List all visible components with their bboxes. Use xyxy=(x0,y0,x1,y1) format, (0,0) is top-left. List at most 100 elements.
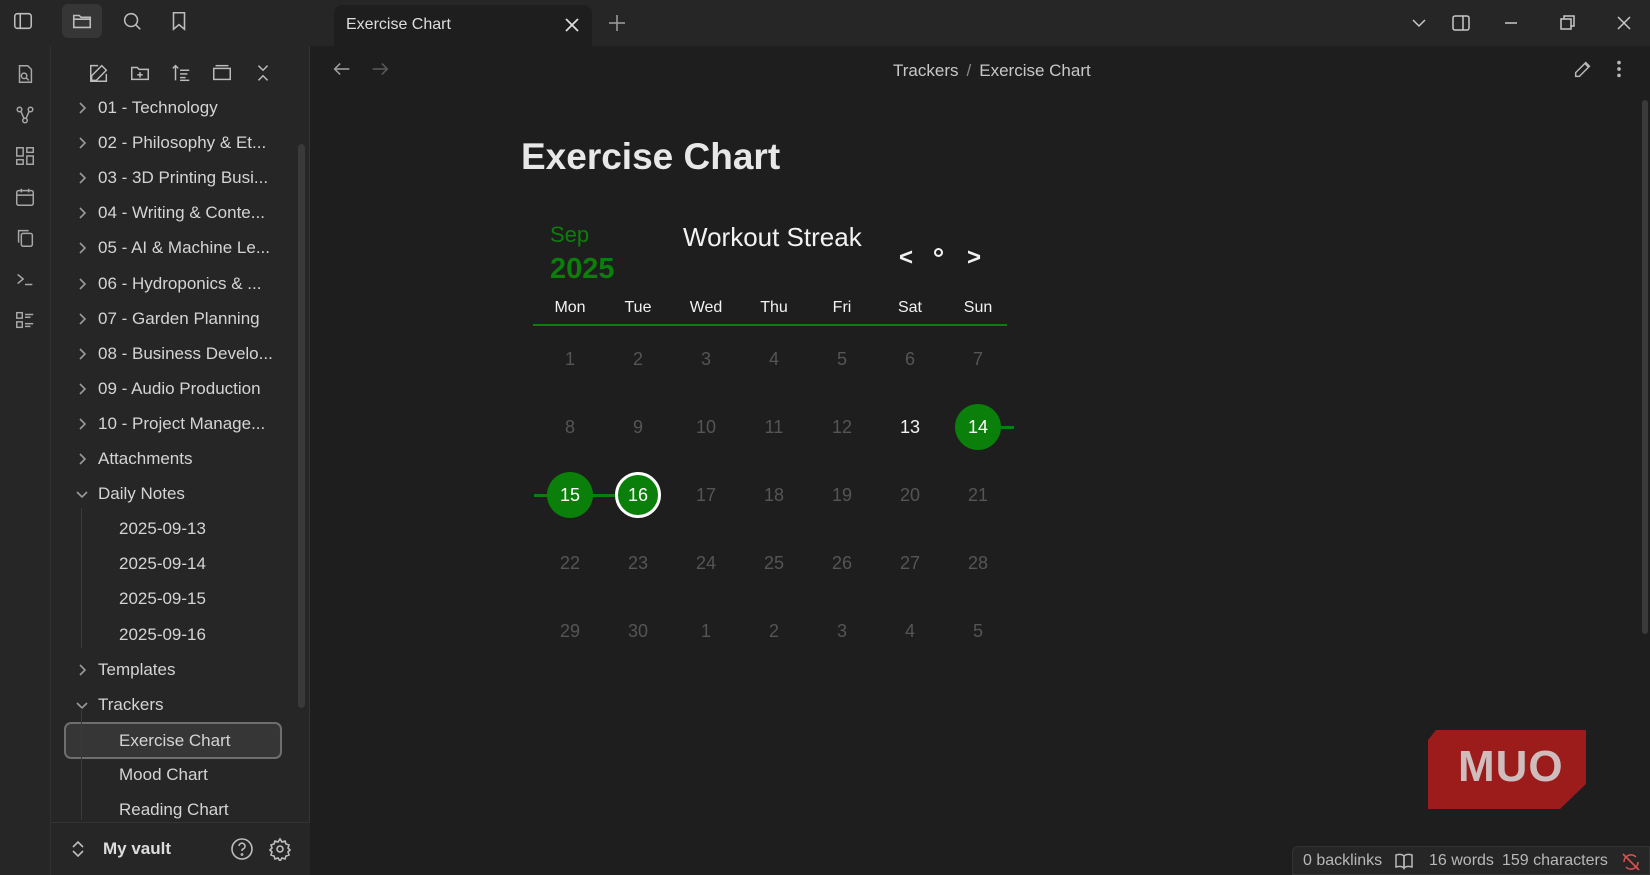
calendar-day[interactable]: 28 xyxy=(955,540,1001,586)
calendar-day[interactable]: 5 xyxy=(819,336,865,382)
calendar-day[interactable]: 20 xyxy=(887,472,933,518)
folder-item[interactable]: 02 - Philosophy & Et... xyxy=(74,127,266,159)
folder-item[interactable]: 10 - Project Manage... xyxy=(74,408,265,440)
forward-arrow-icon[interactable] xyxy=(369,58,395,84)
chevron-down-icon[interactable] xyxy=(1404,8,1434,38)
calendar-day[interactable]: 12 xyxy=(819,404,865,450)
help-icon[interactable] xyxy=(230,837,254,861)
minimize-icon[interactable] xyxy=(1496,8,1526,38)
calendar-day[interactable]: 6 xyxy=(887,336,933,382)
canvas-icon[interactable] xyxy=(9,140,41,172)
file-item[interactable]: 2025-09-15 xyxy=(119,583,206,615)
window-close-icon[interactable] xyxy=(1609,8,1639,38)
calendar-day[interactable]: 2 xyxy=(615,336,661,382)
sidebar-scrollbar[interactable] xyxy=(298,144,305,708)
vault-name[interactable]: My vault xyxy=(103,839,171,859)
folder-item[interactable]: 03 - 3D Printing Busi... xyxy=(74,162,268,194)
file-label: 2025-09-15 xyxy=(119,589,206,608)
tab-exercise-chart[interactable]: Exercise Chart xyxy=(334,5,592,46)
calendar-day[interactable]: 11 xyxy=(751,404,797,450)
file-item[interactable]: Exercise Chart xyxy=(64,722,282,759)
backlinks-count[interactable]: 0 backlinks xyxy=(1303,852,1382,870)
more-options-icon[interactable] xyxy=(1608,58,1634,84)
calendar-day[interactable]: 2 xyxy=(751,608,797,654)
calendar-prev-button[interactable]: < xyxy=(894,244,918,272)
calendar-day[interactable]: 26 xyxy=(819,540,865,586)
calendar-next-button[interactable]: > xyxy=(962,244,986,272)
search-icon[interactable] xyxy=(112,4,152,38)
sync-error-icon[interactable] xyxy=(1620,851,1642,875)
graph-view-icon[interactable] xyxy=(9,99,41,131)
calendar-today-button[interactable] xyxy=(934,248,943,257)
calendar-day[interactable]: 4 xyxy=(887,608,933,654)
auto-reveal-icon[interactable] xyxy=(207,58,237,88)
calendar-day[interactable]: 15 xyxy=(547,472,593,518)
folder-item[interactable]: Attachments xyxy=(74,443,193,475)
new-folder-icon[interactable] xyxy=(125,58,155,88)
file-open-icon[interactable] xyxy=(9,58,41,90)
calendar-day[interactable]: 18 xyxy=(751,472,797,518)
reading-view-icon[interactable] xyxy=(1394,852,1414,875)
collapse-all-icon[interactable] xyxy=(248,58,278,88)
copy-icon[interactable] xyxy=(9,222,41,254)
calendar-day[interactable]: 14 xyxy=(955,404,1001,450)
bookmark-icon[interactable] xyxy=(159,4,199,38)
folder-icon[interactable] xyxy=(62,4,102,38)
calendar-day[interactable]: 1 xyxy=(683,608,729,654)
calendar-day[interactable]: 1 xyxy=(547,336,593,382)
folder-trackers[interactable]: Trackers xyxy=(74,689,164,721)
calendar-day[interactable]: 29 xyxy=(547,608,593,654)
file-item[interactable]: Mood Chart xyxy=(119,759,208,791)
folder-item[interactable]: 01 - Technology xyxy=(74,92,218,124)
calendar-day[interactable]: 19 xyxy=(819,472,865,518)
calendar-day[interactable]: 24 xyxy=(683,540,729,586)
editor-scrollbar[interactable] xyxy=(1642,100,1648,634)
folder-item[interactable]: 08 - Business Develo... xyxy=(74,338,273,370)
breadcrumb-folder[interactable]: Trackers xyxy=(893,61,959,80)
calendar-day[interactable]: 4 xyxy=(751,336,797,382)
calendar-day[interactable]: 8 xyxy=(547,404,593,450)
new-tab-icon[interactable] xyxy=(604,10,630,36)
restore-icon[interactable] xyxy=(1552,8,1582,38)
calendar-day[interactable]: 13 xyxy=(887,404,933,450)
folder-item[interactable]: 09 - Audio Production xyxy=(74,373,261,405)
folder-item[interactable]: 04 - Writing & Conte... xyxy=(74,197,265,229)
calendar-day[interactable]: 25 xyxy=(751,540,797,586)
right-sidebar-toggle-icon[interactable] xyxy=(1446,8,1476,38)
folder-item[interactable]: 07 - Garden Planning xyxy=(74,303,260,335)
calendar-day[interactable]: 16 xyxy=(615,472,661,518)
breadcrumb-file[interactable]: Exercise Chart xyxy=(979,61,1090,80)
calendar-day[interactable]: 17 xyxy=(683,472,729,518)
back-arrow-icon[interactable] xyxy=(331,58,357,84)
file-item[interactable]: 2025-09-13 xyxy=(119,513,206,545)
file-item[interactable]: 2025-09-14 xyxy=(119,548,206,580)
calendar-day[interactable]: 9 xyxy=(615,404,661,450)
calendar-day[interactable]: 10 xyxy=(683,404,729,450)
folder-label: 04 - Writing & Conte... xyxy=(98,203,265,222)
sidebar-toggle-icon[interactable] xyxy=(3,4,43,38)
calendar-day[interactable]: 3 xyxy=(819,608,865,654)
terminal-icon[interactable] xyxy=(9,263,41,295)
calendar-day[interactable]: 5 xyxy=(955,608,1001,654)
calendar-day[interactable]: 7 xyxy=(955,336,1001,382)
vault-chevron-icon[interactable] xyxy=(69,839,87,864)
close-icon[interactable] xyxy=(562,15,582,35)
gear-icon[interactable] xyxy=(268,837,292,863)
file-item[interactable]: 2025-09-16 xyxy=(119,619,206,651)
chevron-right-icon xyxy=(74,100,90,116)
calendar-day[interactable]: 22 xyxy=(547,540,593,586)
calendar-icon[interactable] xyxy=(9,181,41,213)
calendar-day[interactable]: 23 xyxy=(615,540,661,586)
calendar-day[interactable]: 21 xyxy=(955,472,1001,518)
sort-icon[interactable] xyxy=(166,58,196,88)
calendar-day[interactable]: 30 xyxy=(615,608,661,654)
list-icon[interactable] xyxy=(9,304,41,336)
edit-icon[interactable] xyxy=(1572,58,1598,84)
folder-templates[interactable]: Templates xyxy=(74,654,175,686)
folder-item[interactable]: 06 - Hydroponics & ... xyxy=(74,268,261,300)
calendar-day[interactable]: 27 xyxy=(887,540,933,586)
new-note-icon[interactable] xyxy=(84,58,114,88)
calendar-day[interactable]: 3 xyxy=(683,336,729,382)
folder-item[interactable]: Daily Notes xyxy=(74,478,185,510)
folder-item[interactable]: 05 - AI & Machine Le... xyxy=(74,232,270,264)
